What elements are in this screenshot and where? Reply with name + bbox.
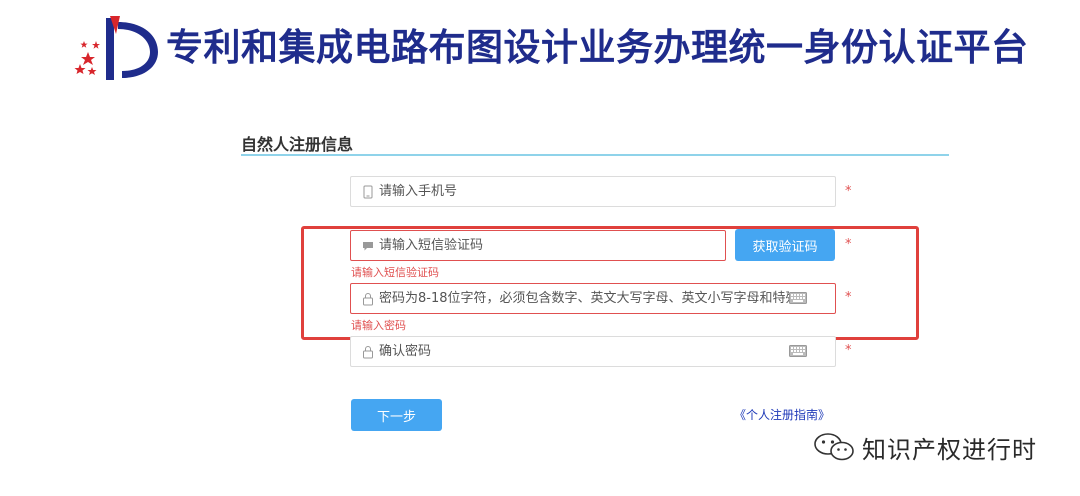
lock-icon bbox=[363, 346, 373, 359]
password-error: 请输入密码 bbox=[351, 319, 406, 332]
section-title: 自然人注册信息 bbox=[241, 135, 354, 154]
required-mark: * bbox=[845, 184, 852, 199]
phone-input[interactable] bbox=[379, 177, 819, 206]
keyboard-icon[interactable] bbox=[789, 292, 807, 304]
site-title: 专利和集成电路布图设计业务办理统一身份认证平台 bbox=[166, 26, 1029, 69]
sms-code-field[interactable] bbox=[350, 230, 726, 261]
required-mark: * bbox=[845, 237, 852, 252]
phone-icon bbox=[363, 185, 373, 199]
required-mark: * bbox=[845, 290, 852, 305]
watermark: 知识产权进行时 bbox=[812, 429, 1037, 465]
cnipa-logo-icon bbox=[74, 16, 158, 80]
watermark-text: 知识产权进行时 bbox=[862, 435, 1037, 464]
sms-code-error: 请输入短信验证码 bbox=[351, 266, 439, 279]
lock-icon bbox=[363, 293, 373, 306]
registration-guide-link[interactable]: 《个人注册指南》 bbox=[734, 406, 830, 423]
phone-field[interactable] bbox=[350, 176, 836, 207]
message-icon bbox=[363, 242, 373, 251]
password-input[interactable] bbox=[379, 284, 789, 313]
password-field[interactable] bbox=[350, 283, 836, 314]
required-mark: * bbox=[845, 343, 852, 358]
next-button[interactable]: 下一步 bbox=[351, 399, 442, 431]
get-code-button[interactable]: 获取验证码 bbox=[735, 229, 835, 261]
keyboard-icon[interactable] bbox=[789, 345, 807, 357]
wechat-icon bbox=[814, 433, 854, 461]
sms-code-input[interactable] bbox=[379, 231, 709, 260]
confirm-password-field[interactable] bbox=[350, 336, 836, 367]
section-divider bbox=[241, 154, 949, 156]
confirm-password-input[interactable] bbox=[379, 337, 789, 366]
